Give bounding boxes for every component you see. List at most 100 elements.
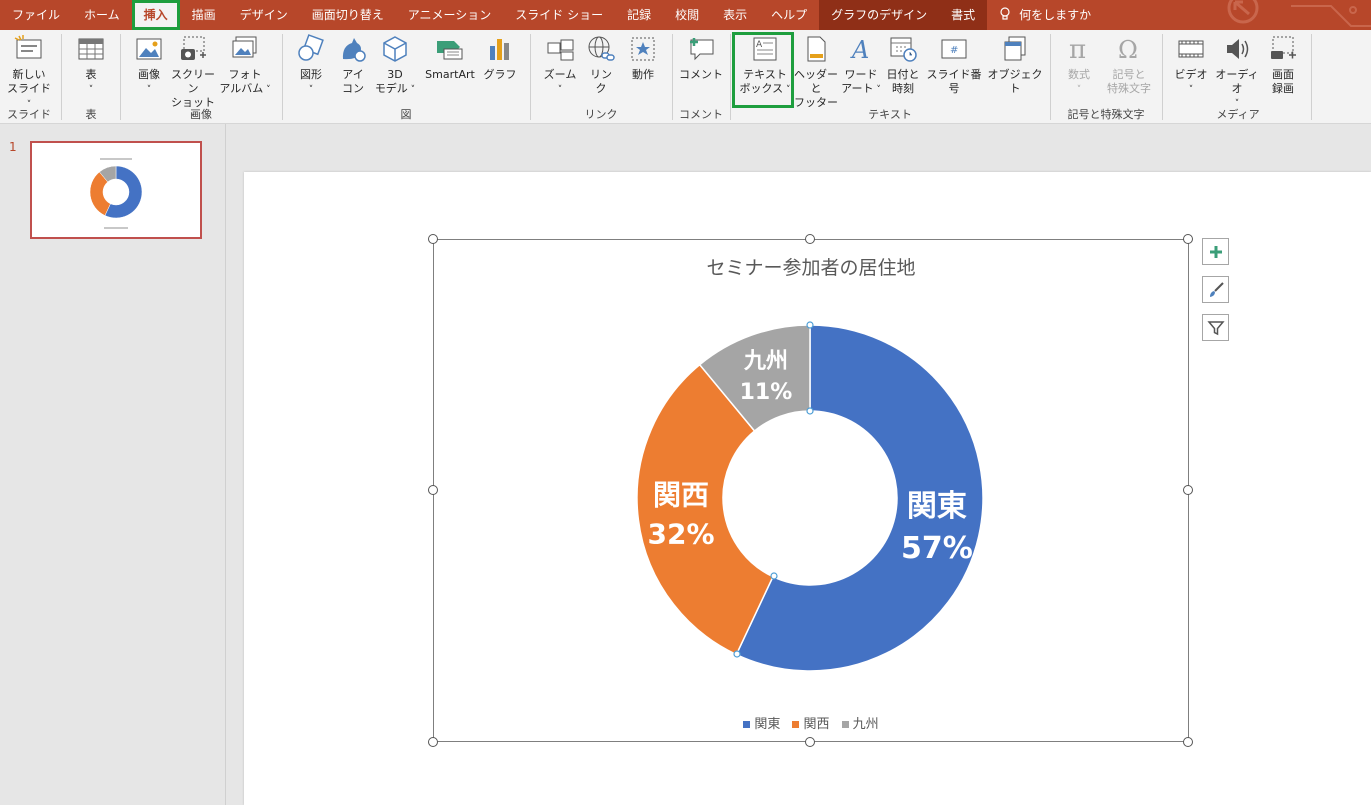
new-slide-button[interactable]: 新しい スライド ˅ — [4, 34, 54, 112]
shapes-button[interactable]: 図形 ˅ — [293, 34, 329, 97]
resize-handle-top[interactable] — [805, 234, 815, 244]
chart-filters-button[interactable] — [1202, 314, 1229, 341]
header-footer-button[interactable]: ヘッダーと フッター — [793, 34, 839, 110]
comment-label: コメント — [679, 68, 723, 81]
action-button[interactable]: 動作 — [623, 34, 663, 82]
thumbnail-chart — [89, 158, 143, 229]
slide-number-icon: # — [941, 39, 967, 59]
tab-insert[interactable]: 挿入 — [131, 0, 180, 30]
tab-format[interactable]: 書式 — [939, 0, 988, 30]
svg-text:#: # — [950, 45, 958, 56]
wordart-label-1: ワード — [844, 68, 878, 81]
group-label-table: 表 — [85, 108, 97, 121]
chart-elements-button[interactable] — [1202, 238, 1229, 265]
image-button[interactable]: 画像 ˅ — [129, 34, 169, 97]
tab-chart-design[interactable]: グラフのデザイン — [819, 0, 940, 30]
resize-handle-top-left[interactable] — [428, 234, 438, 244]
photo-album-button[interactable]: フォト アルバム ˅ — [219, 34, 271, 97]
audio-button[interactable]: オーディオ ˅ — [1211, 34, 1263, 111]
date-time-button[interactable]: 日付と 時刻 — [883, 34, 923, 96]
tab-file[interactable]: ファイル — [0, 0, 72, 30]
video-button[interactable]: ビデオ ˅ — [1171, 34, 1211, 97]
chevron-down-icon: ˅ — [1188, 85, 1194, 95]
link-button[interactable]: リン ク — [583, 34, 619, 96]
tab-view[interactable]: 表示 — [711, 0, 759, 30]
slide-number-label: スライド番号 — [926, 68, 982, 95]
video-label: ビデオ — [1174, 68, 1208, 81]
chart-styles-button[interactable] — [1202, 276, 1229, 303]
tab-transitions[interactable]: 画面切り替え — [300, 0, 396, 30]
object-button[interactable]: オブジェクト — [985, 34, 1045, 96]
group-label-media: メディア — [1216, 108, 1260, 121]
chevron-down-icon: ˅ — [1076, 85, 1082, 95]
tab-record[interactable]: 記録 — [615, 0, 663, 30]
resize-handle-right[interactable] — [1183, 485, 1193, 495]
link-label-2: ク — [595, 82, 607, 95]
tab-animations[interactable]: アニメーション — [396, 0, 504, 30]
image-label: 画像 — [138, 68, 160, 81]
ribbon: 新しい スライド ˅ スライド 表 ˅ 表 画像 ˅ スクリーン ショット ˅ … — [0, 30, 1371, 124]
legend-label: 関西 — [803, 717, 830, 732]
tab-slideshow[interactable]: スライド ショー — [503, 0, 615, 30]
tab-design[interactable]: デザイン — [228, 0, 300, 30]
group-label-symbols: 記号と特殊文字 — [1067, 108, 1145, 121]
object-icon — [1004, 36, 1026, 61]
wordart-button[interactable]: A ワード アート ˅ — [841, 34, 881, 97]
chevron-down-icon: ˅ — [146, 85, 152, 95]
group-table: 表 ˅ 表 — [62, 30, 120, 124]
icons-button[interactable]: アイ コン — [335, 34, 371, 96]
3d-models-button[interactable]: 3D モデル ˅ — [373, 34, 417, 97]
new-slide-label-2: スライド — [7, 82, 51, 95]
table-label: 表 — [85, 68, 97, 81]
resize-handle-bottom-right[interactable] — [1183, 737, 1193, 747]
decoration-pattern — [1227, 0, 1371, 27]
speaker-icon — [1227, 39, 1249, 59]
group-label-comments: コメント — [679, 108, 723, 121]
legend-label: 九州 — [852, 717, 879, 732]
slide-thumbnail[interactable] — [30, 141, 202, 239]
tab-draw[interactable]: 描画 — [180, 0, 228, 30]
chart-button[interactable]: グラフ — [481, 34, 519, 82]
chevron-down-icon: ˅ — [308, 85, 314, 95]
tab-review[interactable]: 校閲 — [663, 0, 711, 30]
group-comments: コメント コメント — [673, 30, 729, 124]
resize-handle-left[interactable] — [428, 485, 438, 495]
legend-swatch — [792, 721, 800, 728]
resize-handle-top-right[interactable] — [1183, 234, 1193, 244]
group-links: ズーム ˅ リン ク 動作 リンク — [531, 30, 671, 124]
cube-icon — [383, 36, 407, 62]
symbol-button[interactable]: Ω 記号と 特殊文字 — [1101, 34, 1157, 96]
symbol-label-2: 特殊文字 — [1107, 82, 1151, 95]
shapes-label: 図形 — [300, 68, 322, 81]
smartart-button[interactable]: SmartArt — [419, 34, 481, 82]
chart-area[interactable] — [433, 239, 1189, 742]
screen-recording-label-2: 録画 — [1272, 82, 1294, 95]
equation-button[interactable]: π 数式 ˅ — [1059, 34, 1099, 97]
group-images: 画像 ˅ スクリーン ショット ˅ フォト アルバム ˅ 画像 — [121, 30, 281, 124]
chart-title[interactable]: セミナー参加者の居住地 — [433, 253, 1189, 280]
table-button[interactable]: 表 ˅ — [74, 34, 108, 97]
new-slide-icon — [14, 35, 42, 59]
group-symbols: π 数式 ˅ Ω 記号と 特殊文字 記号と特殊文字 — [1051, 30, 1161, 124]
chevron-down-icon: ˅ — [88, 85, 94, 95]
zoom-button[interactable]: ズーム ˅ — [539, 34, 581, 97]
tab-help[interactable]: ヘルプ — [759, 0, 819, 30]
tab-home[interactable]: ホーム — [72, 0, 132, 30]
zoom-icon — [547, 39, 574, 61]
resize-handle-bottom-left[interactable] — [428, 737, 438, 747]
tell-me-search[interactable]: 何をしますか — [987, 0, 1103, 30]
group-slides: 新しい スライド ˅ スライド — [0, 30, 58, 124]
screen-recording-button[interactable]: 画面 録画 — [1263, 34, 1303, 96]
comment-button[interactable]: コメント — [677, 34, 725, 82]
date-time-label-1: 日付と — [886, 68, 920, 81]
chart-legend[interactable]: 関東 関西 九州 — [433, 713, 1189, 732]
paintbrush-icon — [1209, 281, 1224, 297]
object-label: オブジェクト — [987, 68, 1043, 95]
slide-number-button[interactable]: # スライド番号 — [923, 34, 985, 96]
plus-icon — [1209, 245, 1222, 258]
link-label-1: リン — [590, 68, 612, 81]
resize-handle-bottom[interactable] — [805, 737, 815, 747]
action-label: 動作 — [632, 68, 654, 81]
film-icon — [1178, 40, 1204, 58]
legend-item-west: 関西 — [792, 713, 830, 732]
